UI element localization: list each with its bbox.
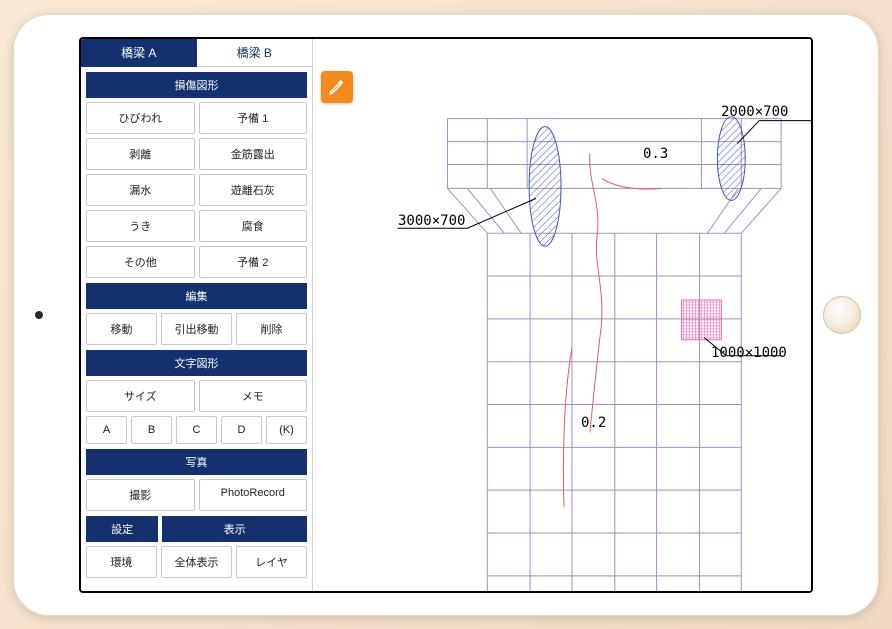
settings-environment-button[interactable]: 環境: [86, 546, 157, 578]
app-screen: 橋梁 A 橋梁 B 損傷図形 ひびわれ 予備 1 剥離 金筋露出 漏水 遊離石灰…: [79, 37, 813, 593]
damage-reserve1-button[interactable]: 予備 1: [199, 102, 308, 134]
damage-other-button[interactable]: その他: [86, 246, 195, 278]
text-size-button[interactable]: サイズ: [86, 380, 195, 412]
section-display: 表示: [162, 516, 307, 542]
photo-record-button[interactable]: PhotoRecord: [199, 479, 308, 511]
grade-a-button[interactable]: A: [86, 416, 127, 444]
section-damage-shapes: 損傷図形: [86, 72, 307, 98]
damage-peel-button[interactable]: 剥離: [86, 138, 195, 170]
section-settings: 設定: [86, 516, 158, 542]
damage-crack-button[interactable]: ひびわれ: [86, 102, 195, 134]
structure-drawing: [313, 39, 811, 593]
display-fit-button[interactable]: 全体表示: [161, 546, 232, 578]
grade-k-button[interactable]: (K): [266, 416, 307, 444]
grade-c-button[interactable]: C: [176, 416, 217, 444]
section-photo: 写真: [86, 449, 307, 475]
drawing-canvas[interactable]: 2000×700 3000×700 1000×1000 0.3 0.2: [313, 39, 811, 591]
damage-float-button[interactable]: うき: [86, 210, 195, 242]
damage-rebar-button[interactable]: 金筋露出: [199, 138, 308, 170]
damage-reserve2-button[interactable]: 予備 2: [199, 246, 308, 278]
annotation-value-0-2: 0.2: [581, 415, 606, 431]
annotation-value-0-3: 0.3: [643, 146, 668, 162]
section-text-shapes: 文字図形: [86, 350, 307, 376]
edit-move-button[interactable]: 移動: [86, 313, 157, 345]
edit-delete-button[interactable]: 削除: [236, 313, 307, 345]
text-memo-button[interactable]: メモ: [199, 380, 308, 412]
side-panel: 橋梁 A 橋梁 B 損傷図形 ひびわれ 予備 1 剥離 金筋露出 漏水 遊離石灰…: [81, 39, 313, 591]
tab-bridge-b[interactable]: 橋梁 B: [197, 39, 313, 67]
tab-bridge-a[interactable]: 橋梁 A: [81, 39, 197, 67]
annotation-3000x700: 3000×700: [398, 213, 465, 229]
edit-leader-move-button[interactable]: 引出移動: [161, 313, 232, 345]
grade-b-button[interactable]: B: [131, 416, 172, 444]
annotation-2000x700: 2000×700: [721, 104, 788, 120]
photo-capture-button[interactable]: 撮影: [86, 479, 195, 511]
grade-d-button[interactable]: D: [221, 416, 262, 444]
home-button[interactable]: [823, 296, 861, 334]
damage-corrosion-button[interactable]: 腐食: [199, 210, 308, 242]
bridge-tabs: 橋梁 A 橋梁 B: [81, 39, 312, 67]
display-layer-button[interactable]: レイヤ: [236, 546, 307, 578]
section-edit: 編集: [86, 283, 307, 309]
annotation-1000x1000: 1000×1000: [711, 345, 787, 361]
device-camera: [35, 311, 43, 319]
damage-lime-button[interactable]: 遊離石灰: [199, 174, 308, 206]
damage-leak-button[interactable]: 漏水: [86, 174, 195, 206]
